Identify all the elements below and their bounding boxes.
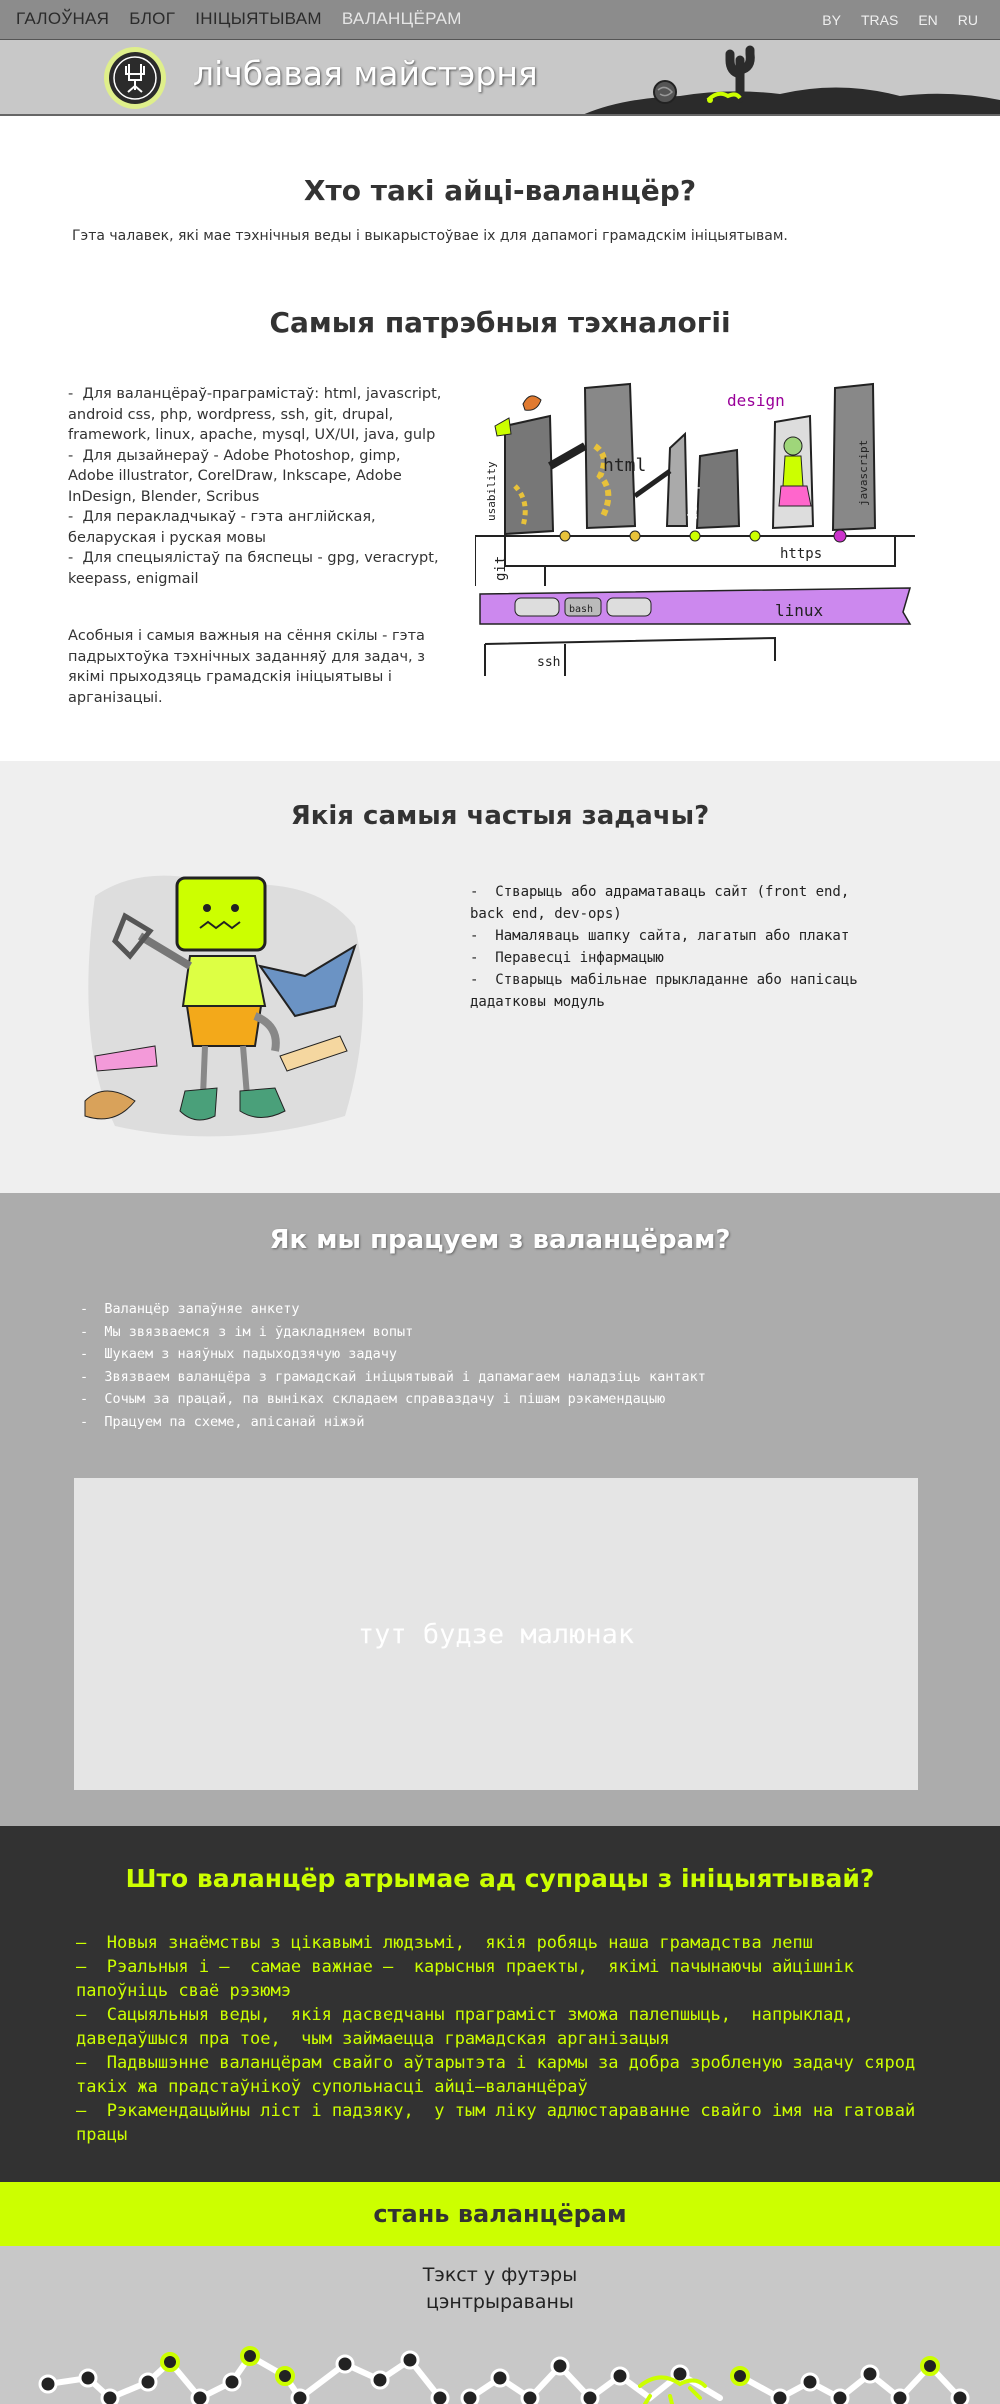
tech-item-dev: - Для валанцёраў-праграмістаў: html, jav… — [68, 386, 447, 443]
section-tasks: Якія самыя частыя задачы? - Стварыць або… — [0, 761, 1000, 1193]
what-title: Хто такі айці-валанцёр? — [303, 174, 697, 207]
language-switcher: BY TRAS EN RU — [822, 12, 978, 28]
how-item-contact: - Мы звязваемся з ім і ўдакладняем вопыт — [80, 1323, 414, 1340]
main-menu: ГАЛОЎНАЯ БЛОГ ІНІЦЫЯТЫВАМ ВАЛАНЦЁРАМ — [16, 9, 462, 29]
nav-link-blog[interactable]: БЛОГ — [129, 9, 175, 29]
illus-label-html: html — [603, 455, 646, 476]
task-item-design: - Намаляваць шапку сайта, лагатып або пл… — [470, 928, 850, 944]
footer-line-2: цэнтрыраваны — [426, 2291, 574, 2313]
brand-bar: лічбавая майстэрня — [0, 40, 1000, 116]
become-volunteer-button[interactable]: стань валанцёрам — [0, 2182, 1000, 2246]
how-list: - Валанцёр запаўняе анкету - Мы звязваем… — [80, 1298, 960, 1433]
tech-city-illustration: design html devops javascript usability … — [475, 382, 915, 676]
illus-label-git: git — [493, 556, 509, 581]
tech-list: - Для валанцёраў-праграмістаў: html, jav… — [68, 384, 448, 589]
logo[interactable] — [100, 44, 170, 112]
footer: Тэкст у футэры цэнтрыраваны — [0, 2246, 1000, 2404]
section-how-we-work: Як мы працуем з валанцёрам? - Валанцёр з… — [0, 1193, 1000, 1826]
tasks-title: Якія самыя частыя задачы? — [290, 801, 710, 831]
top-nav: ГАЛОЎНАЯ БЛОГ ІНІЦЫЯТЫВАМ ВАЛАНЦЁРАМ BY … — [0, 0, 1000, 40]
illus-label-design: design — [727, 391, 785, 410]
illus-label-javascript: javascript — [857, 440, 870, 506]
lang-by[interactable]: BY — [822, 12, 841, 28]
benefit-item-projects: – Рэальныя і – самае важнае – карысныя п… — [76, 1957, 865, 2001]
image-placeholder: тут будзе малюнак — [74, 1478, 918, 1790]
illus-label-bash: bash — [569, 604, 593, 615]
footer-network-decoration — [38, 2346, 970, 2404]
what-text: Гэта чалавек, які мае тэхнічныя веды і в… — [72, 228, 788, 244]
tech-item-security: - Для спецыялістаў па бяспецы - gpg, ver… — [68, 550, 444, 587]
how-item-search: - Шукаем з наяўных падыходзячую задачу — [80, 1346, 397, 1362]
benefits-title: Што валанцёр атрымае ад супрацы з ініцыя… — [125, 1864, 875, 1893]
section-benefits: Што валанцёр атрымае ад супрацы з ініцыя… — [0, 1826, 1000, 2182]
how-item-scheme: - Працуем па схеме, апісанай ніжэй — [80, 1413, 365, 1430]
how-item-connect: - Звязваем валанцёра з грамадскай ініцыя… — [80, 1368, 706, 1385]
tech-title: Самыя патрэбныя тэхналогіі — [269, 306, 731, 339]
tech-item-design: - Для дызайнераў - Adobe Photoshop, gimp… — [68, 447, 407, 505]
tasks-list: - Стварыць або адраматаваць сайт (front … — [470, 881, 890, 1013]
benefit-item-karma: – Падвышэнне валанцёрам свайго аўтарытэт… — [76, 2053, 926, 2097]
nav-link-home[interactable]: ГАЛОЎНАЯ — [16, 9, 109, 29]
illus-label-ssh: ssh — [537, 655, 560, 670]
illus-label-linux: linux — [775, 601, 824, 620]
how-item-report: - Сочым за працай, па выніках складаем с… — [80, 1391, 666, 1407]
footer-text: Тэкст у футэры цэнтрыраваны — [0, 2262, 1000, 2316]
task-item-site: - Стварыць або адраматаваць сайт (front … — [470, 884, 858, 922]
benefits-list: – Новыя знаёмствы з цікавымі людзьмі, як… — [76, 1931, 936, 2147]
tech-note: Асобныя і самыя важныя на сёння скілы - … — [68, 628, 425, 706]
illus-label-usability: usability — [485, 461, 498, 521]
illus-label-https: https — [780, 546, 822, 562]
section-what-is: Хто такі айці-валанцёр? Гэта чалавек, як… — [0, 116, 1000, 761]
illus-label-devops: devops — [686, 474, 701, 521]
nav-link-volunteers[interactable]: ВАЛАНЦЁРАМ — [342, 9, 462, 29]
how-item-form: - Валанцёр запаўняе анкету — [80, 1301, 300, 1317]
lang-tras[interactable]: TRAS — [861, 12, 898, 28]
image-placeholder-text: тут будзе малюнак — [357, 1618, 635, 1650]
nav-link-initiatives[interactable]: ІНІЦЫЯТЫВАМ — [195, 9, 322, 29]
benefit-item-knowledge: – Сацыяльныя веды, якія дасведчаны прагр… — [76, 2005, 865, 2049]
benefit-item-people: – Новыя знаёмствы з цікавымі людзьмі, як… — [76, 1933, 813, 1953]
footer-line-1: Тэкст у футэры — [422, 2264, 578, 2286]
landscape-illustration — [584, 45, 1000, 114]
benefit-item-recommendation: – Рэкамендацыйны ліст і падзяку, у тым л… — [76, 2101, 926, 2145]
task-item-translate: - Перавесці інфармацыю — [470, 950, 664, 966]
robot-illustration — [84, 875, 364, 1137]
lang-en[interactable]: EN — [918, 12, 937, 28]
how-title: Як мы працуем з валанцёрам? — [269, 1225, 731, 1255]
lang-ru[interactable]: RU — [958, 12, 978, 28]
tech-item-translation: - Для перакладчыкаў - гэта англійская, б… — [68, 509, 381, 546]
task-item-mobile: - Стварыць мабільнае прыкладанне або нап… — [470, 972, 867, 1010]
brand-name[interactable]: лічбавая майстэрня — [193, 54, 538, 93]
